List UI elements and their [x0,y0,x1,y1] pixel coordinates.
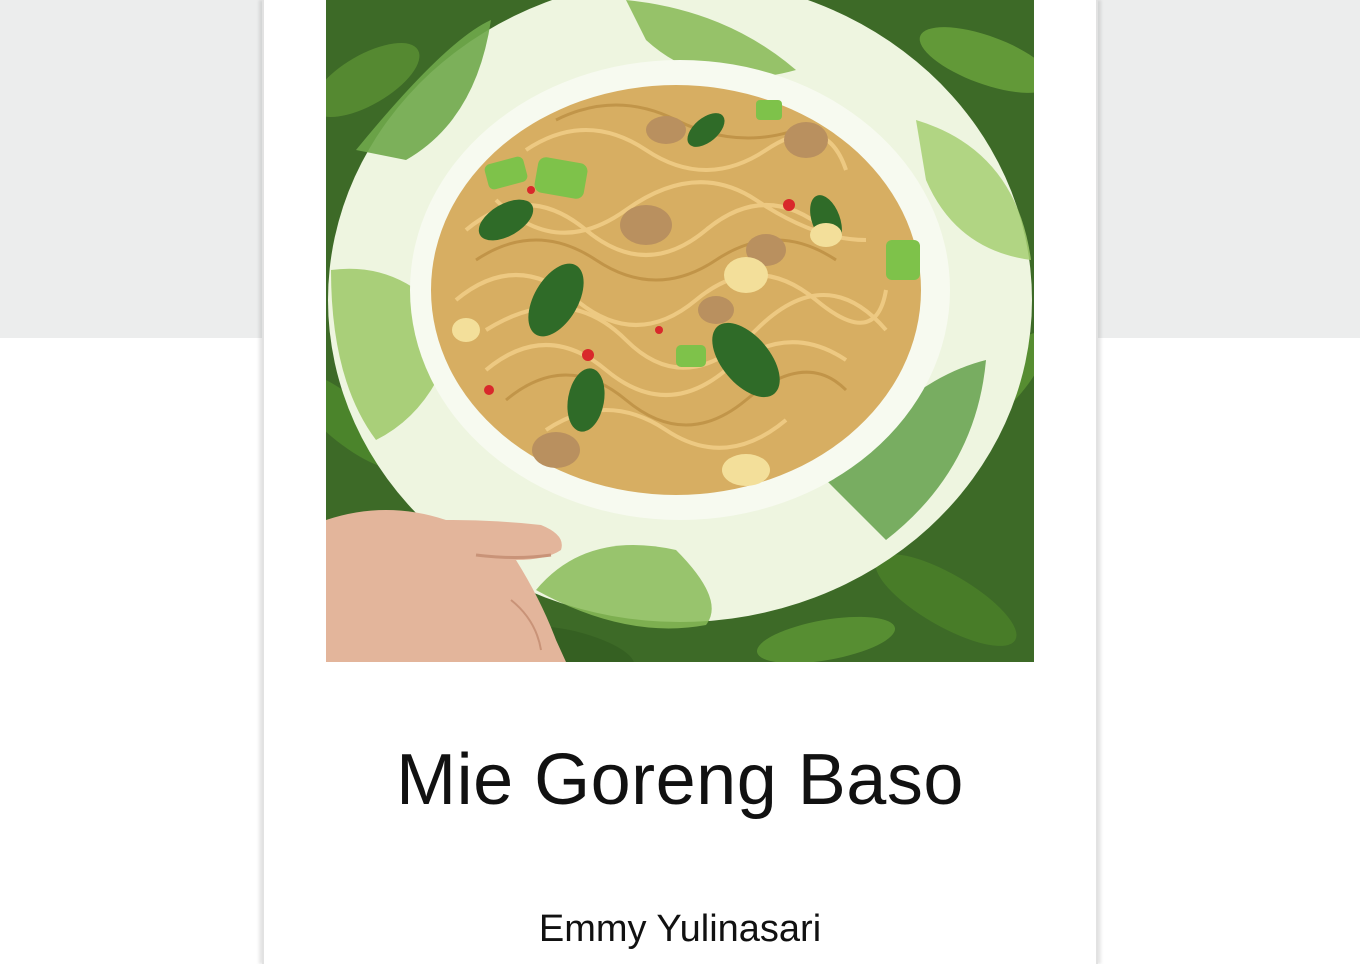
recipe-photo[interactable] [326,0,1034,662]
page: Mie Goreng Baso Emmy Yulinasari [0,0,1360,964]
recipe-author[interactable]: Emmy Yulinasari [262,906,1098,952]
recipe-photo-illustration [326,0,1034,662]
recipe-title: Mie Goreng Baso [396,740,964,820]
